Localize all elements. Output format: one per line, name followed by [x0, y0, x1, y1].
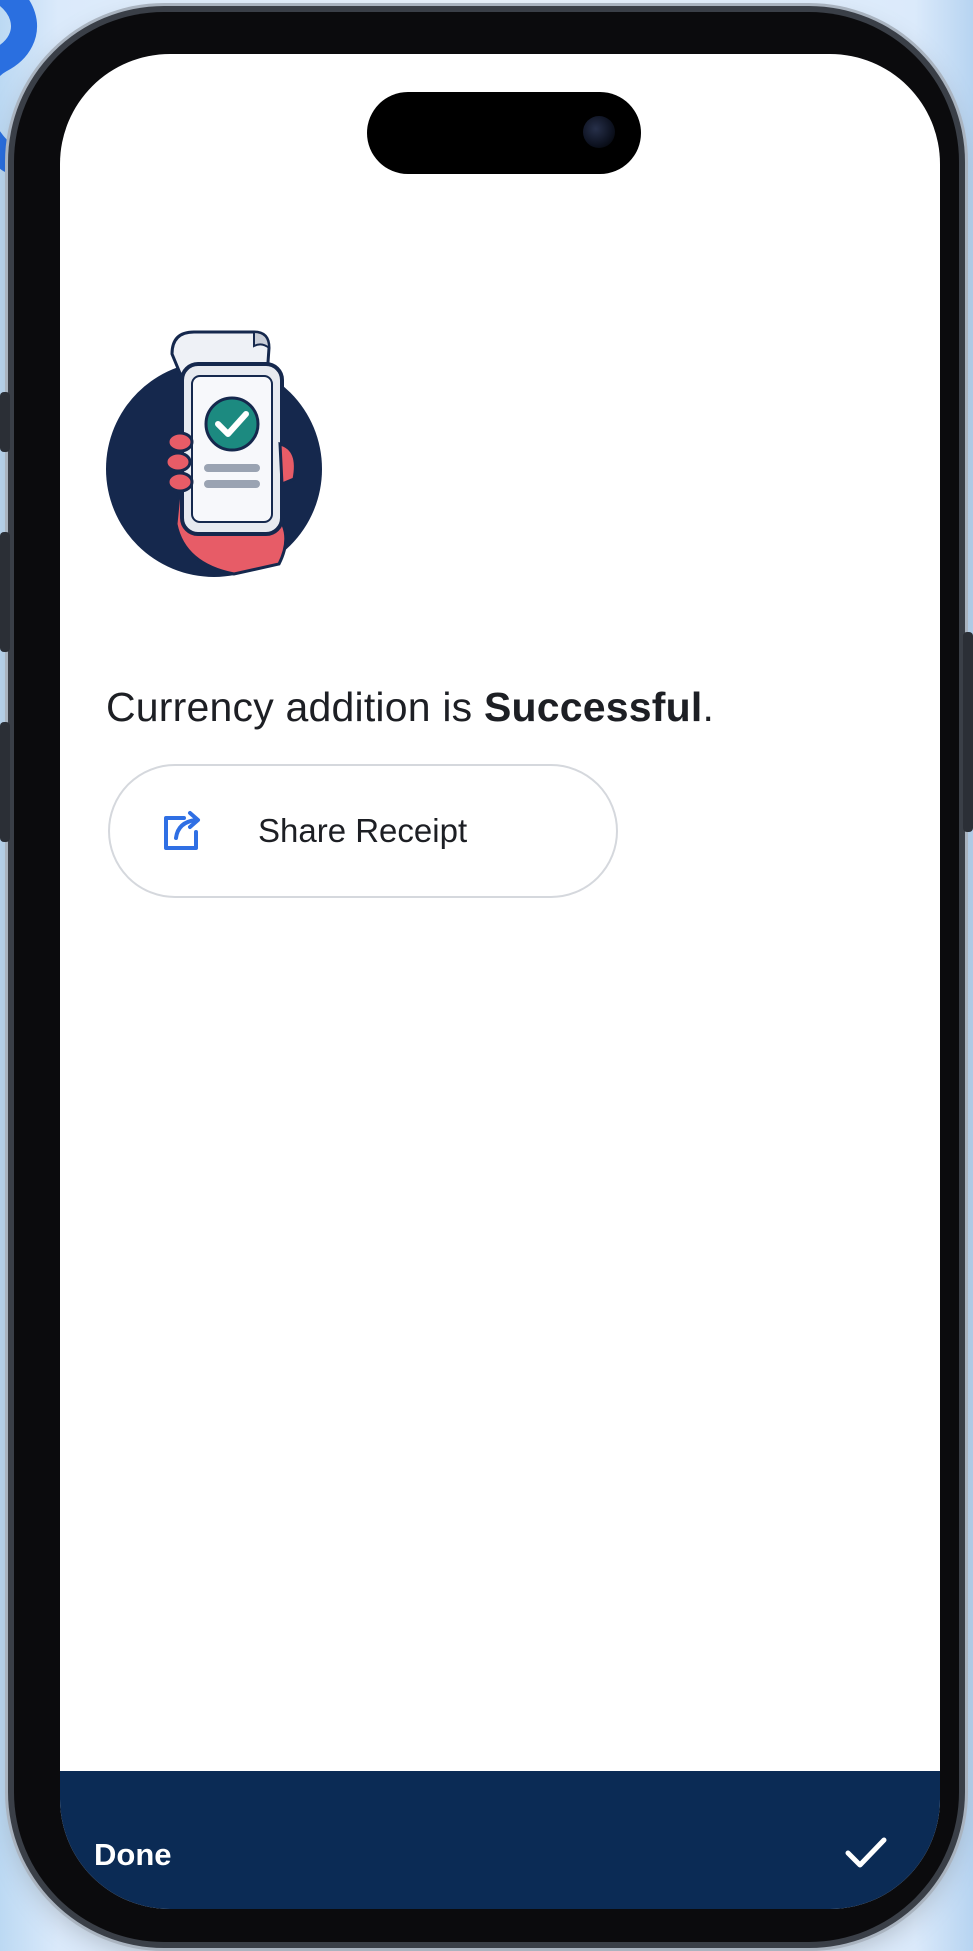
success-message: Currency addition is Successful. [106, 684, 714, 731]
success-message-text: Currency addition is [106, 684, 484, 730]
done-button[interactable]: Done [94, 1837, 172, 1873]
volume-down-button [0, 722, 10, 842]
dynamic-island [367, 92, 641, 174]
success-message-period: . [702, 684, 715, 730]
share-receipt-label: Share Receipt [258, 812, 468, 849]
volume-up-button [0, 532, 10, 652]
check-icon[interactable] [844, 1835, 888, 1871]
share-icon [164, 811, 200, 850]
phone-frame: Currency addition is Successful. Share R… [0, 12, 973, 1942]
share-receipt-button[interactable]: Share Receipt [108, 764, 618, 898]
bottom-action-bar: Done [60, 1771, 940, 1909]
receipt-success-illustration [106, 330, 322, 577]
front-camera [583, 116, 615, 148]
action-button [0, 392, 10, 452]
power-button [963, 632, 973, 832]
success-status: Successful [483, 684, 703, 730]
app-screen: Currency addition is Successful. Share R… [60, 54, 940, 1909]
